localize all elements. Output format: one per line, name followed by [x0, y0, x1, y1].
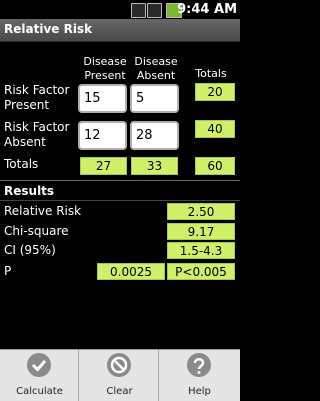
clear-icon: [107, 353, 131, 377]
chi-square-label: Chi-square: [4, 224, 69, 238]
calculate-button[interactable]: Calculate: [0, 350, 79, 401]
clear-label: Clear: [106, 386, 133, 397]
total-risk-present: 20: [195, 83, 235, 101]
status-time: 9:44 AM: [177, 2, 237, 17]
input-risk-absent-disease-absent[interactable]: 28: [130, 121, 179, 150]
ci-value: 1.5-4.3: [167, 242, 235, 259]
row-label-risk-present: Risk Factor Present: [4, 83, 70, 112]
total-disease-present: 27: [80, 157, 127, 175]
status-bar: 9:44 AM: [0, 0, 240, 19]
grand-total: 60: [195, 157, 235, 175]
relative-risk-value: 2.50: [167, 203, 235, 220]
p-label: P: [4, 264, 12, 278]
ci-label: CI (95%): [4, 243, 56, 257]
bottom-menu: Calculate Clear Help: [0, 349, 240, 401]
divider: [0, 200, 240, 201]
col-header-disease-present: Disease Present: [83, 55, 127, 82]
chi-square-value: 9.17: [167, 223, 235, 240]
col-header-disease-absent: Disease Absent: [134, 55, 178, 82]
p-significance: P<0.005: [167, 263, 235, 280]
title-bar: Relative Risk: [0, 19, 240, 42]
checkmark-icon: [27, 353, 51, 377]
help-icon: [187, 353, 211, 377]
total-risk-absent: 40: [195, 120, 235, 138]
relative-risk-label: Relative Risk: [4, 204, 82, 218]
signal-icon: [147, 3, 162, 18]
p-value: 0.0025: [97, 263, 165, 280]
input-risk-present-disease-absent[interactable]: 5: [130, 84, 179, 113]
app-title: Relative Risk: [4, 22, 93, 36]
input-risk-present-disease-present[interactable]: 15: [78, 84, 127, 113]
calculate-label: Calculate: [16, 386, 63, 397]
col-header-totals: Totals: [195, 67, 227, 80]
results-heading: Results: [4, 184, 55, 198]
divider: [0, 180, 240, 181]
input-risk-absent-disease-present[interactable]: 12: [78, 121, 127, 150]
row-label-totals: Totals: [4, 157, 39, 171]
help-button[interactable]: Help: [160, 350, 239, 401]
3g-icon: [131, 3, 146, 18]
help-label: Help: [188, 386, 211, 397]
total-disease-absent: 33: [131, 157, 178, 175]
row-label-risk-absent: Risk Factor Absent: [4, 120, 70, 149]
clear-button[interactable]: Clear: [80, 350, 159, 401]
